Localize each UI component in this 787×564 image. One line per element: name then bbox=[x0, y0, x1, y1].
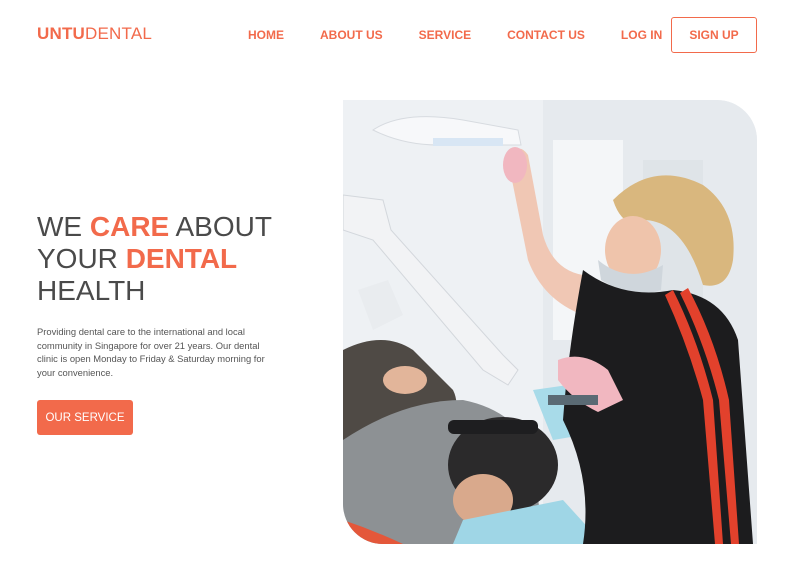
brand-logo-bold: UNTU bbox=[37, 24, 86, 43]
navbar: UNTUDENTAL HOME ABOUT US SERVICE CONTACT… bbox=[0, 0, 787, 70]
hero-title-dental: DENTAL bbox=[125, 243, 238, 274]
dentist-illustration bbox=[343, 100, 757, 544]
hero-title-line1-a: WE bbox=[37, 211, 90, 242]
nav-log-in[interactable]: LOG IN bbox=[621, 28, 662, 42]
hero-title-line1-c: ABOUT bbox=[169, 211, 272, 242]
nav-home[interactable]: HOME bbox=[248, 28, 284, 42]
hero-title: WE CARE ABOUT YOUR DENTAL HEALTH bbox=[37, 211, 272, 307]
our-service-button[interactable]: OUR SERVICE bbox=[37, 400, 133, 435]
brand-logo-light: DENTAL bbox=[85, 24, 153, 43]
main-nav: HOME ABOUT US SERVICE CONTACT US LOG IN bbox=[248, 28, 662, 42]
hero-title-line2-a: YOUR bbox=[37, 243, 126, 274]
hero-dentist-photo bbox=[343, 100, 757, 544]
nav-contact-us[interactable]: CONTACT US bbox=[507, 28, 585, 42]
hero-title-care: CARE bbox=[89, 211, 170, 242]
signup-button[interactable]: SIGN UP bbox=[671, 17, 757, 53]
nav-service[interactable]: SERVICE bbox=[419, 28, 471, 42]
brand-logo[interactable]: UNTUDENTAL bbox=[37, 24, 152, 44]
hero-description: Providing dental care to the internation… bbox=[37, 326, 265, 378]
hero-title-line3: HEALTH bbox=[37, 275, 146, 306]
nav-about-us[interactable]: ABOUT US bbox=[320, 28, 383, 42]
